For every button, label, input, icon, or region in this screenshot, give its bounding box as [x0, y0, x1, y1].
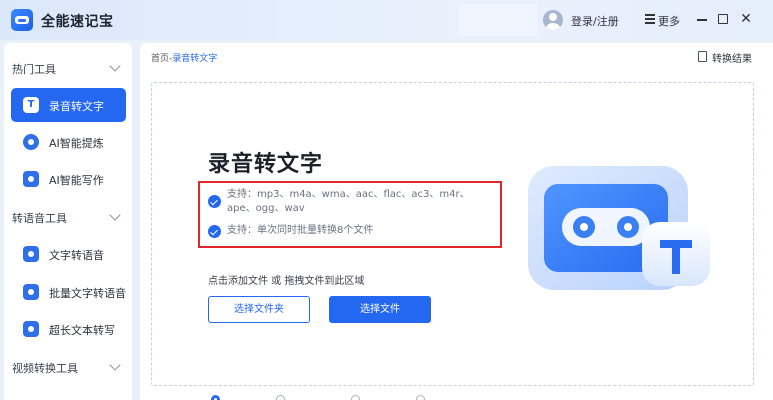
select-folder-button[interactable]: 选择文件夹 [208, 296, 310, 323]
sidebar-item-label: 超长文本转写 [49, 324, 115, 337]
close-icon[interactable]: ✕ [739, 11, 753, 27]
long-text-icon [23, 321, 39, 337]
recorder-illustration [528, 166, 710, 290]
page-title: 录音转文字 [208, 152, 324, 177]
radio-button[interactable] [211, 395, 220, 400]
support-batch-text: 支持：单次同时批量转换8个文件 [227, 225, 374, 236]
output-format-bar [151, 392, 651, 400]
illustration-reel-hub [624, 223, 632, 231]
sidebar-item-ai-extract[interactable]: AI智能提炼 [11, 125, 126, 159]
radio-button[interactable] [351, 395, 360, 400]
app-logo-icon [11, 9, 33, 31]
sidebar-group-speech-tools[interactable]: 转语音工具 [12, 210, 67, 226]
title-bar: 全能速记宝 登录/注册 更多 ✕ [0, 0, 773, 40]
ai-extract-icon [23, 134, 39, 150]
minimize-icon[interactable] [697, 19, 707, 21]
illustration-reel-hub [580, 223, 588, 231]
radio-button[interactable] [276, 395, 285, 400]
breadcrumb-home[interactable]: 首页 [151, 54, 169, 64]
sidebar-item-long-text[interactable]: 超长文本转写 [11, 312, 126, 346]
select-file-button[interactable]: 选择文件 [329, 296, 431, 323]
sidebar-group-hot-tools[interactable]: 热门工具 [12, 61, 56, 77]
check-circle-icon [208, 225, 221, 238]
ai-write-icon [23, 171, 39, 187]
check-circle-icon [208, 195, 221, 208]
sidebar-group-video-tools[interactable]: 视频转换工具 [12, 360, 78, 376]
sidebar-item-label: 文字转语音 [49, 249, 104, 262]
menu-icon[interactable] [645, 14, 655, 24]
user-avatar-icon[interactable] [543, 10, 563, 30]
document-icon[interactable] [698, 51, 707, 62]
text-to-speech-icon [23, 246, 39, 262]
sidebar-item-record-to-text[interactable]: 录音转文字 [11, 88, 126, 122]
sidebar-item-label: AI智能写作 [49, 174, 104, 187]
sidebar-item-batch-tts[interactable]: 批量文字转语音 [11, 275, 126, 309]
sidebar-item-ai-write[interactable]: AI智能写作 [11, 162, 126, 196]
breadcrumb: 首页-录音转文字 [151, 51, 217, 64]
sidebar-item-text-to-speech[interactable]: 文字转语音 [11, 237, 126, 271]
sidebar-item-label: 批量文字转语音 [49, 287, 126, 300]
drop-hint-text: 点击添加文件 或 拖拽文件到此区域 [208, 276, 365, 287]
sidebar-item-label: AI智能提炼 [49, 137, 104, 150]
batch-tts-icon [23, 284, 39, 300]
breadcrumb-current: 录音转文字 [172, 54, 218, 64]
sidebar-item-label: 录音转文字 [49, 100, 104, 113]
record-to-text-icon [23, 97, 39, 113]
more-button[interactable]: 更多 [658, 13, 680, 29]
login-register-link[interactable]: 登录/注册 [571, 13, 619, 29]
support-formats-text: 支持：mp3、m4a、wma、aac、flac、ac3、m4r、ape、ogg、… [227, 189, 470, 214]
radio-button[interactable] [416, 395, 425, 400]
conversion-results-link[interactable]: 转换结果 [712, 50, 752, 65]
maximize-icon[interactable] [718, 14, 728, 24]
app-title: 全能速记宝 [41, 14, 114, 30]
titlebar-decoration [458, 4, 538, 36]
